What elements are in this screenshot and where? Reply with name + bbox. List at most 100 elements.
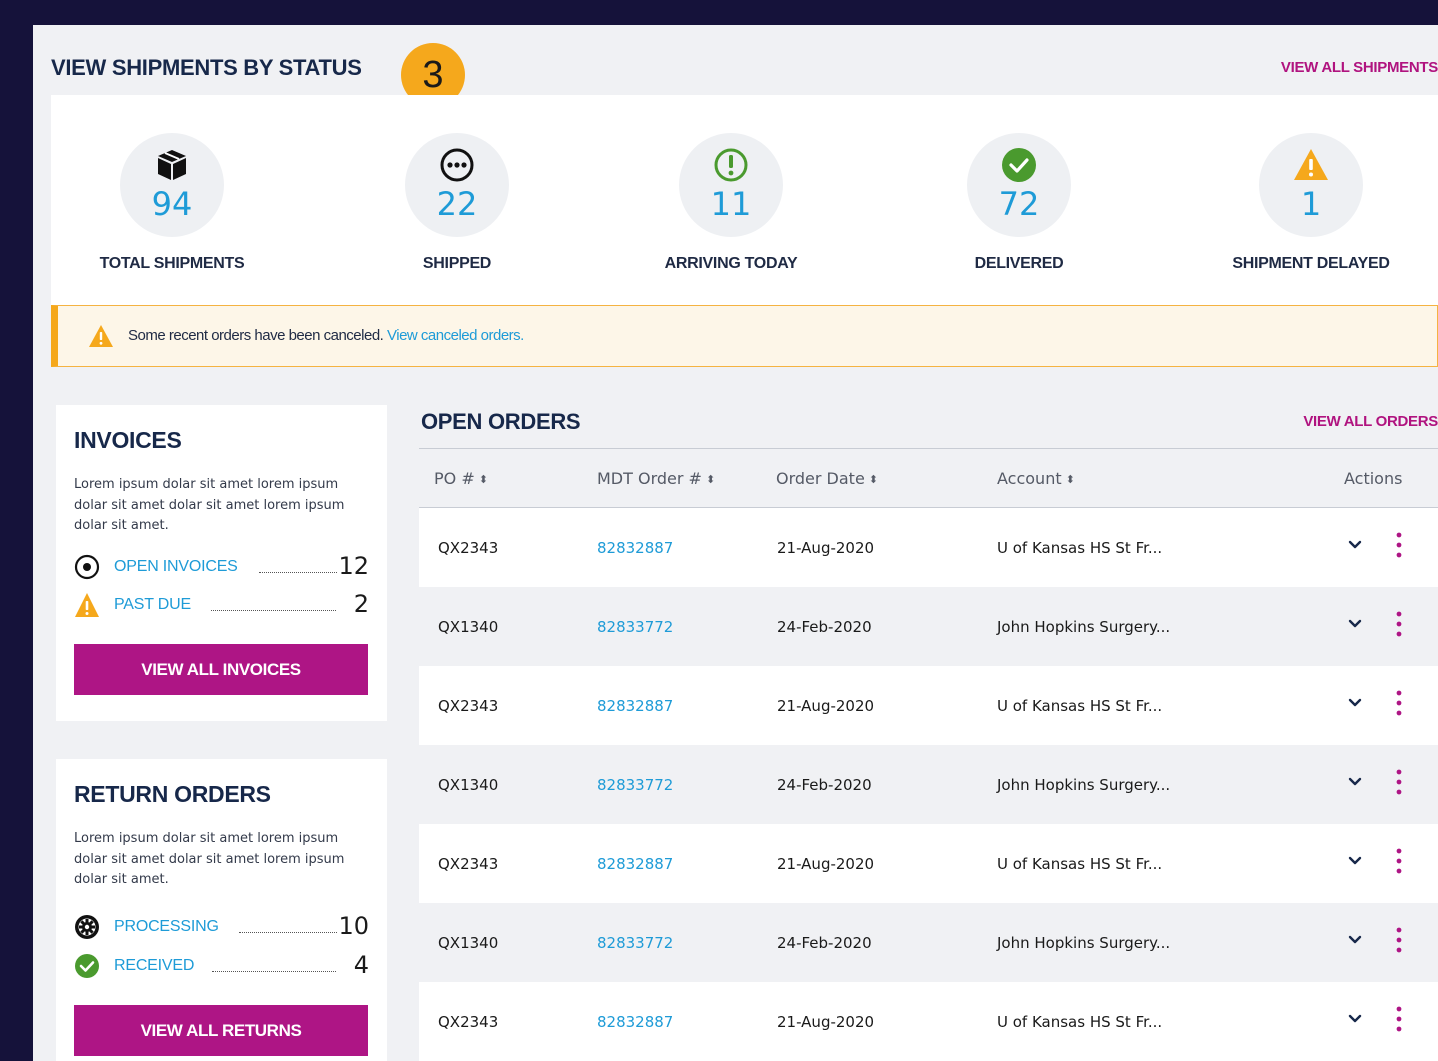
processing-link[interactable]: PROCESSING [114,918,219,936]
cell-mdt-order-link[interactable]: 82832887 [597,1013,673,1031]
kebab-menu-icon[interactable] [1395,848,1403,874]
cell-account: U of Kansas HS St Fr... [997,855,1163,873]
column-header-label: Order Date [776,469,865,488]
view-all-shipments-link[interactable]: VIEW ALL SHIPMENTS [1281,59,1438,76]
view-all-orders-link[interactable]: VIEW ALL ORDERS [1303,413,1438,430]
column-header-po[interactable]: PO # ⬍ [434,469,488,488]
column-header-mdt-order[interactable]: MDT Order # ⬍ [597,469,715,488]
status-total-shipments[interactable]: 94 TOTAL SHIPMENTS [72,133,272,273]
view-all-invoices-button[interactable]: VIEW ALL INVOICES [74,644,368,695]
column-header-label: MDT Order # [597,469,702,488]
chevron-down-icon[interactable] [1347,539,1363,551]
warning-triangle-icon [89,325,113,347]
dotted-leader [239,932,337,933]
cell-po: QX2343 [438,855,499,873]
column-header-account[interactable]: Account ⬍ [997,469,1075,488]
table-row[interactable]: QX1340 82833772 24-Feb-2020 John Hopkins… [419,903,1438,982]
view-all-returns-button[interactable]: VIEW ALL RETURNS [74,1005,368,1056]
cell-account: John Hopkins Surgery... [997,934,1171,952]
status-shipment-delayed[interactable]: 1 SHIPMENT DELAYED [1211,133,1411,273]
received-row[interactable]: RECEIVED 4 [74,951,369,981]
alert-text: Some recent orders have been canceled. [128,327,384,344]
check-circle-icon [1002,148,1036,182]
alert-message: Some recent orders have been canceled. V… [128,327,524,344]
status-label: SHIPMENT DELAYED [1232,255,1390,272]
received-count: 4 [353,951,369,979]
cell-po: QX1340 [438,934,499,952]
cell-po: QX1340 [438,618,499,636]
cell-order-date: 21-Aug-2020 [777,855,875,873]
past-due-row[interactable]: PAST DUE 2 [74,590,369,620]
view-canceled-orders-link[interactable]: View canceled orders. [387,327,524,344]
chevron-down-icon[interactable] [1347,1013,1363,1025]
open-invoices-row[interactable]: OPEN INVOICES 12 [74,552,369,582]
status-circle: 11 [679,133,783,237]
status-count: 1 [1300,185,1322,223]
kebab-menu-icon[interactable] [1395,1006,1403,1032]
return-orders-description: Lorem ipsum dolar sit amet lorem ipsum d… [74,831,345,887]
kebab-menu-icon[interactable] [1395,927,1403,953]
table-row[interactable]: QX1340 82833772 24-Feb-2020 John Hopkins… [419,587,1438,666]
sort-icon: ⬍ [478,473,488,486]
cell-order-date: 21-Aug-2020 [777,539,875,557]
column-header-label: PO # [434,469,475,488]
invoices-title: INVOICES [74,427,182,453]
cell-order-date: 24-Feb-2020 [777,934,872,952]
status-arriving-today[interactable]: 11 ARRIVING TODAY [631,133,831,273]
chevron-down-icon[interactable] [1347,697,1363,709]
kebab-menu-icon[interactable] [1395,611,1403,637]
table-row[interactable]: QX2343 82832887 21-Aug-2020 U of Kansas … [419,982,1438,1061]
status-count: 94 [151,185,193,223]
kebab-menu-icon[interactable] [1395,690,1403,716]
cell-account: John Hopkins Surgery... [997,618,1171,636]
return-orders-title: RETURN ORDERS [74,781,271,807]
chevron-down-icon[interactable] [1347,618,1363,630]
cancel-alert-banner: Some recent orders have been canceled. V… [51,305,1438,367]
status-circle: 1 [1259,133,1363,237]
past-due-link[interactable]: PAST DUE [114,596,191,614]
check-circle-icon [75,954,99,978]
cell-account: U of Kansas HS St Fr... [997,1013,1163,1031]
table-row[interactable]: QX2343 82832887 21-Aug-2020 U of Kansas … [419,824,1438,903]
chevron-down-icon[interactable] [1347,776,1363,788]
kebab-menu-icon[interactable] [1395,769,1403,795]
kebab-menu-icon[interactable] [1395,532,1403,558]
cell-mdt-order-link[interactable]: 82833772 [597,776,673,794]
cell-order-date: 21-Aug-2020 [777,697,875,715]
received-link[interactable]: RECEIVED [114,957,194,975]
invoices-description: Lorem ipsum dolar sit amet lorem ipsum d… [74,477,345,533]
table-row[interactable]: QX1340 82833772 24-Feb-2020 John Hopkins… [419,745,1438,824]
cell-mdt-order-link[interactable]: 82832887 [597,697,673,715]
warning-triangle-icon [1294,149,1328,180]
in-transit-dots-icon [440,148,474,182]
processing-row[interactable]: PROCESSING 10 [74,912,369,942]
cell-mdt-order-link[interactable]: 82833772 [597,934,673,952]
open-invoices-link[interactable]: OPEN INVOICES [114,558,238,576]
cell-mdt-order-link[interactable]: 82832887 [597,539,673,557]
gear-icon [75,915,99,939]
open-orders-title: OPEN ORDERS [421,409,581,434]
dotted-leader [259,572,337,573]
table-row[interactable]: QX2343 82832887 21-Aug-2020 U of Kansas … [419,508,1438,587]
dotted-leader [212,971,336,972]
chevron-down-icon[interactable] [1347,855,1363,867]
invoices-card: INVOICES Lorem ipsum dolar sit amet lore… [56,405,387,721]
cell-mdt-order-link[interactable]: 82832887 [597,855,673,873]
cell-po: QX1340 [438,776,499,794]
column-header-actions: Actions [1344,469,1403,488]
status-shipped[interactable]: 22 SHIPPED [357,133,557,273]
cell-po: QX2343 [438,697,499,715]
processing-count: 10 [338,912,369,940]
status-delivered[interactable]: 72 DELIVERED [919,133,1119,273]
cell-mdt-order-link[interactable]: 82833772 [597,618,673,636]
column-header-order-date[interactable]: Order Date ⬍ [776,469,878,488]
status-count: 22 [436,185,478,223]
dotted-leader [211,610,336,611]
status-label: ARRIVING TODAY [664,255,798,272]
chevron-down-icon[interactable] [1347,934,1363,946]
shipments-dashboard: VIEW SHIPMENTS BY STATUS 3 VIEW ALL SHIP… [33,25,1438,1061]
column-header-label: Account [997,469,1062,488]
sort-icon: ⬍ [1065,473,1075,486]
package-icon [158,150,186,180]
table-row[interactable]: QX2343 82832887 21-Aug-2020 U of Kansas … [419,666,1438,745]
